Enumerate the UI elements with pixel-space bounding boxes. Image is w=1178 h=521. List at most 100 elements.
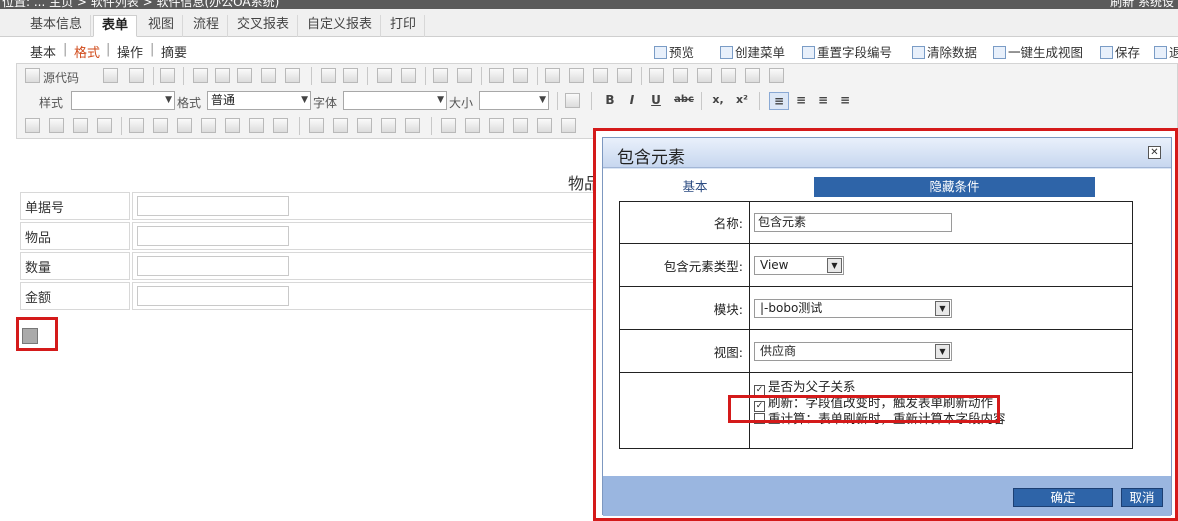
subnav-summary[interactable]: 摘要 — [161, 42, 187, 61]
module-select[interactable]: |-bobo测试 ▼ — [754, 298, 952, 318]
create-menu-button[interactable]: 创建菜单 — [720, 42, 785, 61]
numbered-list-icon[interactable] — [489, 68, 504, 83]
underline-button[interactable]: U — [647, 92, 665, 110]
name-input[interactable]: 包含元素 — [754, 213, 952, 232]
source-code-icon[interactable] — [25, 68, 40, 83]
paste-icon[interactable] — [237, 68, 252, 83]
textfield-icon[interactable] — [73, 118, 88, 133]
tab-basic[interactable]: 基本 — [617, 177, 773, 197]
format-select[interactable]: 普通 ▼ — [207, 91, 311, 110]
special-char-icon[interactable] — [769, 68, 784, 83]
cancel-button[interactable]: 取消 — [1121, 488, 1163, 507]
superscript-button[interactable]: x² — [731, 92, 753, 110]
indent-icon[interactable] — [569, 68, 584, 83]
generate-view-button[interactable]: 一键生成视图 — [993, 42, 1083, 61]
camera-icon[interactable] — [489, 118, 504, 133]
style-select[interactable]: ▼ — [71, 91, 175, 110]
blockquote-icon[interactable] — [593, 68, 608, 83]
webpage-icon[interactable] — [561, 118, 576, 133]
close-icon[interactable]: ✕ — [1148, 146, 1161, 159]
tab-print[interactable]: 打印 — [382, 15, 426, 37]
exit-label: 退 — [1169, 45, 1178, 60]
preview-doc-icon[interactable] — [129, 68, 144, 83]
subnav-operation[interactable]: 操作 — [117, 42, 143, 61]
tab-custom-report[interactable]: 自定义报表 — [299, 15, 382, 37]
radio-field-icon[interactable] — [49, 118, 64, 133]
table-icon[interactable] — [697, 68, 712, 83]
cut-icon[interactable] — [193, 68, 208, 83]
copy-text-icon[interactable] — [215, 68, 230, 83]
tab-form[interactable]: 表单 — [93, 15, 138, 37]
chart-icon[interactable] — [537, 118, 552, 133]
horizontal-rule-icon[interactable] — [721, 68, 736, 83]
size-select[interactable]: ▼ — [479, 91, 549, 110]
calc-field-icon[interactable] — [249, 118, 264, 133]
paste-text-icon[interactable] — [261, 68, 276, 83]
element-type-select[interactable]: View ▼ — [754, 255, 844, 275]
bullet-list-icon[interactable] — [513, 68, 528, 83]
clear-data-button[interactable]: 清除数据 — [912, 42, 977, 61]
document-number-input[interactable] — [136, 196, 289, 216]
image-icon[interactable] — [649, 68, 664, 83]
maximize-icon[interactable] — [565, 93, 580, 108]
textarea-field-icon[interactable] — [97, 118, 112, 133]
date-field-icon[interactable] — [153, 118, 168, 133]
reset-field-number-button[interactable]: 重置字段编号 — [802, 42, 892, 61]
size-label: 大小 — [449, 96, 474, 110]
image-field-icon[interactable] — [381, 118, 396, 133]
align-right-icon[interactable]: ≡ — [813, 92, 833, 110]
align-justify-icon[interactable]: ≡ — [835, 92, 855, 110]
subnav-basic[interactable]: 基本 — [30, 42, 56, 61]
div-icon[interactable] — [617, 68, 632, 83]
copy-icon[interactable] — [103, 68, 118, 83]
exit-button[interactable]: 退 — [1154, 42, 1178, 61]
select-all-icon[interactable] — [433, 68, 448, 83]
dialog-field-icon[interactable] — [405, 118, 420, 133]
tab-cross-report[interactable]: 交叉报表 — [229, 15, 299, 37]
find-icon[interactable] — [377, 68, 392, 83]
button-field-icon[interactable] — [309, 118, 324, 133]
align-center-icon[interactable]: ≡ — [791, 92, 811, 110]
quantity-input[interactable] — [136, 256, 289, 276]
pencil-icon[interactable] — [441, 118, 456, 133]
subscript-button[interactable]: x, — [707, 92, 729, 110]
tab-basic-info[interactable]: 基本信息 — [22, 15, 92, 37]
attachment-field-icon[interactable] — [273, 118, 288, 133]
tab-field-icon[interactable] — [357, 118, 372, 133]
flash-icon[interactable] — [673, 68, 688, 83]
redo-icon[interactable] — [343, 68, 358, 83]
undo-icon[interactable] — [321, 68, 336, 83]
user-field-icon[interactable] — [177, 118, 192, 133]
amount-input[interactable] — [136, 286, 289, 306]
bold-button[interactable]: B — [601, 92, 619, 110]
replace-icon[interactable] — [401, 68, 416, 83]
photo-icon[interactable] — [465, 118, 480, 133]
top-right-links[interactable]: 刷新 系统设 — [1110, 0, 1174, 9]
eraser-icon[interactable] — [457, 68, 472, 83]
gallery-icon[interactable] — [513, 118, 528, 133]
include-element-icon[interactable] — [333, 118, 348, 133]
italic-button[interactable]: I — [623, 92, 641, 110]
paste-word-icon[interactable] — [285, 68, 300, 83]
tab-flow[interactable]: 流程 — [185, 15, 229, 37]
item-input[interactable] — [136, 226, 289, 246]
select-field-icon[interactable] — [129, 118, 144, 133]
subnav-format[interactable]: 格式 — [74, 42, 100, 61]
view-select[interactable]: 供应商 ▼ — [754, 341, 952, 361]
font-select[interactable]: ▼ — [343, 91, 447, 110]
smiley-icon[interactable] — [745, 68, 760, 83]
outdent-icon[interactable] — [545, 68, 560, 83]
tab-hidden-conditions[interactable]: 隐藏条件 — [814, 177, 1095, 197]
save-button[interactable]: 保存 — [1100, 42, 1140, 61]
parent-child-option[interactable]: ✓ 是否为父子关系 — [754, 379, 1132, 396]
strikethrough-button[interactable]: abc — [671, 92, 697, 110]
ok-button[interactable]: 确定 — [1013, 488, 1113, 507]
preview-button[interactable]: 预览 — [654, 42, 694, 61]
checkbox-field-icon[interactable] — [25, 118, 40, 133]
align-left-icon[interactable]: ≡ — [769, 92, 789, 110]
department-field-icon[interactable] — [201, 118, 216, 133]
tree-field-icon[interactable] — [225, 118, 240, 133]
tab-view[interactable]: 视图 — [140, 15, 184, 37]
source-code-label[interactable]: 源代码 — [43, 69, 79, 86]
template-icon[interactable] — [160, 68, 175, 83]
